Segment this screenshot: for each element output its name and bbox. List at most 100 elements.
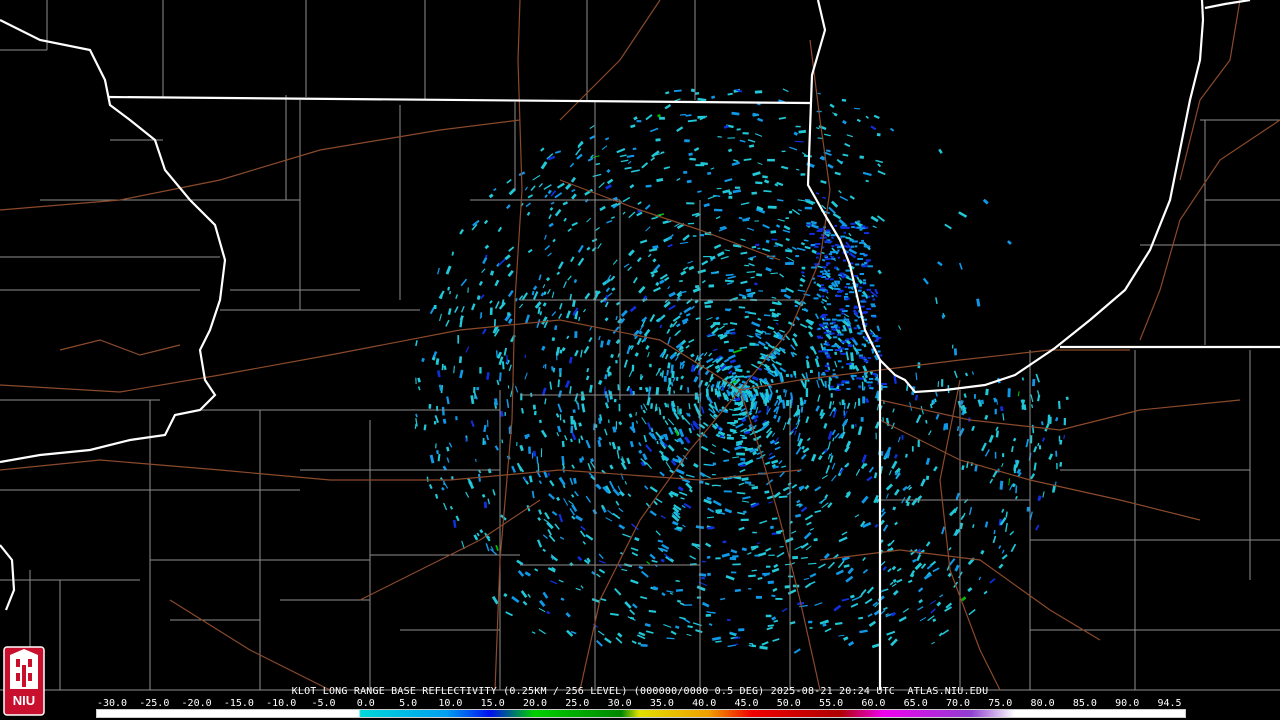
legend-label: 40.0	[692, 698, 717, 709]
legend-label: 25.0	[565, 698, 590, 709]
echo-mark	[738, 628, 745, 632]
echo-mark	[901, 434, 904, 440]
echo-mark	[817, 327, 821, 330]
legend-label: 65.0	[903, 698, 928, 709]
echo-mark	[845, 297, 850, 300]
echo-mark	[540, 448, 543, 458]
legend-label: 90.0	[1115, 698, 1140, 709]
echo-mark	[489, 307, 493, 316]
echo-mark	[806, 222, 811, 225]
echo-mark	[780, 289, 787, 293]
echo-mark	[736, 452, 745, 456]
echo-mark	[773, 245, 779, 247]
echo-mark	[743, 510, 747, 514]
echo-mark	[806, 224, 812, 227]
legend-label: 75.0	[988, 698, 1013, 709]
echo-mark	[533, 410, 537, 416]
echo-mark	[795, 255, 800, 258]
echo-mark	[572, 409, 576, 413]
echo-mark	[694, 392, 698, 400]
echo-mark	[770, 230, 777, 234]
echo-mark	[813, 281, 816, 284]
echo-mark	[824, 240, 828, 243]
echo-mark	[841, 366, 844, 369]
echo-mark	[828, 253, 833, 256]
echo-mark	[837, 249, 840, 252]
echo-mark	[854, 305, 858, 308]
echo-mark	[731, 571, 737, 574]
echo-mark	[784, 585, 790, 589]
echo-mark	[775, 597, 783, 600]
echo-mark	[711, 474, 716, 476]
echo-mark	[864, 226, 869, 229]
echo-mark	[757, 247, 761, 250]
echo-mark	[826, 262, 831, 265]
echo-mark	[713, 208, 723, 212]
echo-mark	[845, 226, 850, 229]
echo-mark	[952, 344, 954, 349]
echo-mark	[1026, 506, 1030, 512]
echo-mark	[832, 318, 837, 321]
echo-mark	[835, 376, 839, 379]
echo-mark	[843, 231, 846, 234]
echo-mark	[872, 298, 876, 301]
echo-mark	[875, 432, 877, 440]
echo-mark	[846, 387, 851, 390]
echo-mark	[728, 195, 733, 199]
echo-mark	[829, 322, 834, 325]
echo-mark	[837, 360, 842, 363]
echo-mark	[765, 565, 771, 568]
echo-mark	[861, 294, 866, 297]
echo-mark	[781, 150, 786, 153]
echo-mark	[841, 380, 845, 383]
echo-mark	[528, 446, 531, 454]
echo-mark	[853, 327, 858, 330]
echo-mark	[941, 379, 944, 387]
echo-mark	[570, 425, 574, 434]
echo-mark	[881, 385, 888, 388]
echo-mark	[863, 373, 867, 376]
echo-mark	[994, 408, 997, 415]
echo-mark	[785, 399, 790, 406]
echo-mark	[846, 283, 850, 286]
echo-mark	[866, 288, 871, 291]
echo-mark	[788, 210, 793, 214]
echo-mark	[788, 575, 794, 578]
echo-mark	[863, 254, 867, 257]
echo-mark	[775, 389, 779, 393]
echo-mark	[480, 312, 483, 318]
echo-mark	[800, 173, 806, 176]
echo-mark	[867, 381, 873, 384]
echo-mark	[858, 386, 862, 389]
echo-mark	[754, 90, 763, 94]
echo-mark	[746, 370, 750, 373]
echo-mark	[637, 642, 642, 645]
echo-mark	[869, 284, 875, 287]
echo-mark	[849, 291, 855, 294]
echo-mark	[742, 132, 749, 135]
echo-mark	[833, 324, 838, 327]
echo-mark	[839, 333, 844, 336]
legend-label: -25.0	[139, 698, 170, 709]
echo-mark	[804, 206, 813, 210]
echo-mark	[862, 396, 866, 404]
echo-mark	[650, 403, 653, 409]
echo-mark	[716, 187, 722, 190]
echo-mark	[479, 367, 482, 374]
echo-mark	[830, 332, 835, 335]
echo-mark	[869, 332, 873, 335]
echo-mark	[994, 451, 997, 459]
echo-mark	[850, 337, 854, 340]
echo-mark	[507, 312, 511, 316]
echo-mark	[848, 286, 854, 289]
echo-mark	[631, 364, 635, 372]
echo-mark	[734, 186, 741, 189]
legend-label: -5.0	[311, 698, 336, 709]
echo-mark	[861, 357, 867, 360]
echo-mark	[822, 295, 825, 298]
echo-mark	[809, 627, 813, 629]
echo-mark	[701, 576, 706, 580]
echo-mark	[877, 350, 881, 353]
echo-mark	[826, 303, 832, 306]
echo-mark	[830, 234, 836, 237]
